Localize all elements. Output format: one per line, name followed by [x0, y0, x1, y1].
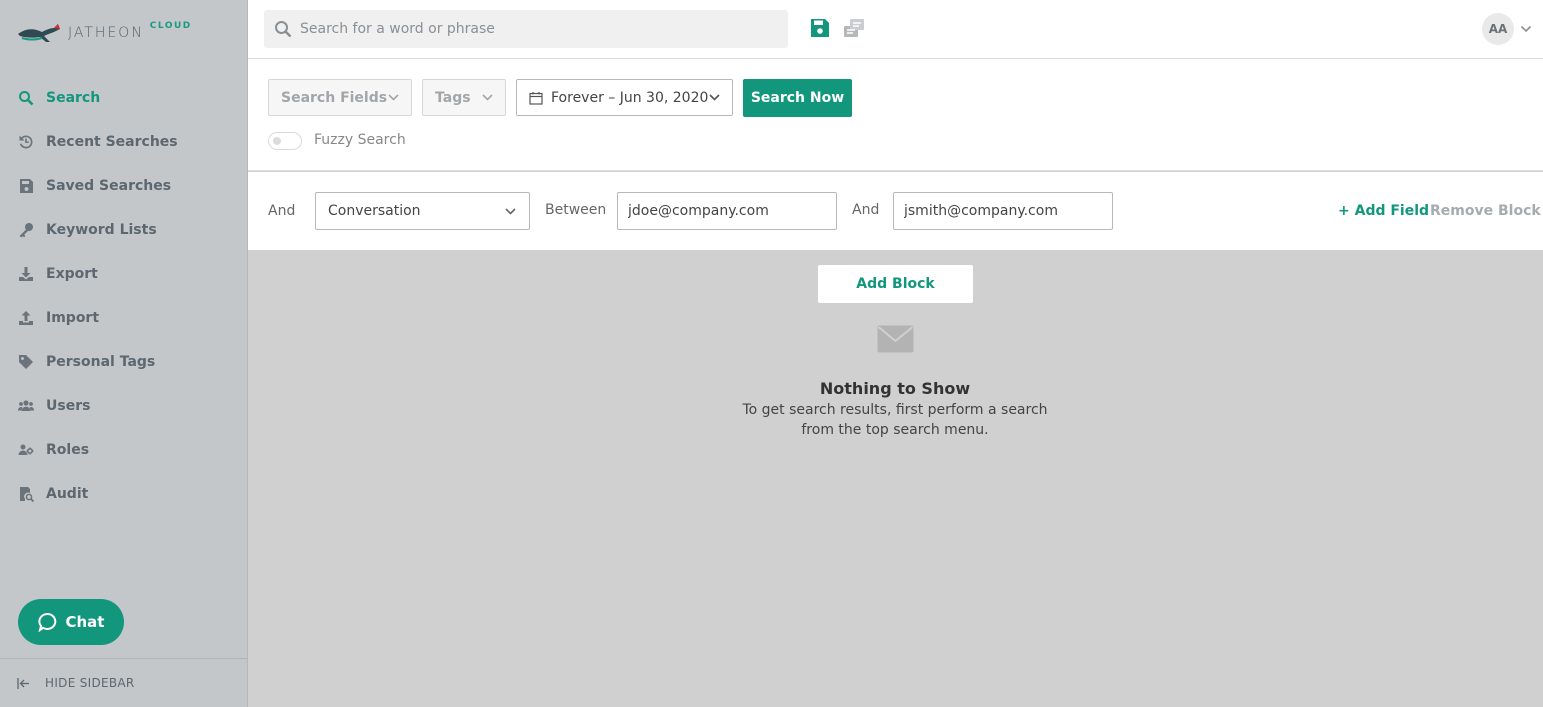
empty-state-text: To get search results, first perform a s… — [742, 402, 1048, 418]
first-participant-input[interactable] — [617, 192, 837, 230]
chevron-down-icon[interactable] — [1520, 24, 1532, 34]
search-now-button[interactable]: Search Now — [743, 79, 852, 117]
remove-block-button[interactable]: Remove Block — [1430, 203, 1541, 219]
sidebar-item-recent-searches[interactable]: Recent Searches — [0, 120, 248, 164]
calendar-icon — [529, 91, 543, 105]
top-bar: AA — [248, 0, 1543, 59]
sidebar-item-label: Roles — [46, 442, 90, 458]
chevron-down-icon — [388, 94, 399, 101]
chat-bubble-icon — [37, 613, 56, 632]
hide-sidebar-label: HIDE SIDEBAR — [45, 676, 135, 690]
search-input[interactable] — [300, 21, 760, 37]
tags-dropdown[interactable]: Tags — [422, 79, 506, 116]
sidebar-item-users[interactable]: Users — [0, 384, 248, 428]
save-icon — [17, 177, 35, 195]
empty-state-title: Nothing to Show — [819, 379, 971, 398]
sidebar-item-label: Personal Tags — [46, 354, 156, 370]
tag-icon — [17, 353, 35, 371]
tags-label: Tags — [435, 89, 471, 106]
chevron-down-icon — [709, 94, 720, 101]
audit-icon — [17, 485, 35, 503]
sidebar-item-personal-tags[interactable]: Personal Tags — [0, 340, 248, 384]
sidebar-item-roles[interactable]: Roles — [0, 428, 248, 472]
envelope-icon — [877, 325, 914, 353]
global-search — [264, 10, 788, 48]
sidebar: JATHEON CLOUD Search Recent Searches Sav… — [0, 0, 248, 707]
date-range-dropdown[interactable]: Forever – Jun 30, 2020 — [516, 79, 733, 116]
chat-label: Chat — [65, 613, 105, 631]
sidebar-item-label: Saved Searches — [46, 178, 172, 194]
sidebar-item-search[interactable]: Search — [0, 76, 248, 120]
block-and2-label: And — [852, 202, 880, 218]
search-fields-dropdown[interactable]: Search Fields — [268, 79, 412, 116]
block-between-label: Between — [545, 202, 607, 218]
chat-button[interactable]: Chat — [18, 599, 124, 645]
roles-icon — [17, 441, 35, 459]
chevron-down-icon — [505, 208, 516, 215]
search-block: And Conversation Between And + Add Field… — [248, 172, 1543, 250]
second-participant-input[interactable] — [893, 192, 1113, 230]
add-field-button[interactable]: + Add Field — [1338, 203, 1429, 219]
brand-suffix: CLOUD — [149, 21, 192, 31]
users-icon — [17, 397, 35, 415]
fuzzy-search-label: Fuzzy Search — [314, 132, 406, 148]
sidebar-item-label: Keyword Lists — [46, 222, 157, 238]
history-icon — [17, 133, 35, 151]
sidebar-item-label: Recent Searches — [46, 134, 178, 150]
sidebar-item-label: Export — [46, 266, 98, 282]
brand-name: JATHEON — [68, 25, 144, 41]
sidebar-item-audit[interactable]: Audit — [0, 472, 248, 516]
upload-icon — [17, 309, 35, 327]
sidebar-item-saved-searches[interactable]: Saved Searches — [0, 164, 248, 208]
block-field-value: Conversation — [328, 203, 421, 219]
sidebar-item-label: Audit — [46, 486, 89, 502]
sidebar-item-export[interactable]: Export — [0, 252, 248, 296]
hide-sidebar-button[interactable]: HIDE SIDEBAR — [0, 658, 247, 707]
jatheon-logo-icon — [18, 24, 60, 42]
key-icon — [17, 221, 35, 239]
logo[interactable]: JATHEON CLOUD — [16, 18, 192, 48]
avatar[interactable]: AA — [1482, 13, 1514, 45]
empty-state-text: from the top search menu. — [801, 422, 989, 438]
add-block-button[interactable]: Add Block — [818, 265, 973, 303]
fuzzy-search-toggle[interactable] — [268, 132, 302, 150]
search-fields-label: Search Fields — [281, 89, 388, 106]
collapse-left-icon — [17, 677, 29, 689]
download-icon — [17, 265, 35, 283]
sidebar-item-label: Search — [46, 90, 101, 106]
save-icon[interactable] — [809, 17, 831, 39]
block-field-select[interactable]: Conversation — [315, 192, 530, 230]
sidebar-item-label: Users — [46, 398, 91, 414]
chevron-down-icon — [482, 94, 493, 101]
block-and-label: And — [268, 203, 296, 219]
date-range-value: Forever – Jun 30, 2020 — [551, 89, 709, 106]
sidebar-nav: Search Recent Searches Saved Searches Ke… — [0, 76, 248, 516]
results-area: Add Block Nothing to Show To get search … — [248, 250, 1543, 707]
sync-icon[interactable] — [842, 17, 866, 39]
filter-bar: Search Fields Tags Forever – Jun 30, 202… — [248, 59, 1543, 171]
search-icon — [17, 89, 35, 107]
sidebar-item-label: Import — [46, 310, 100, 326]
sidebar-item-import[interactable]: Import — [0, 296, 248, 340]
search-icon — [275, 21, 292, 38]
sidebar-item-keyword-lists[interactable]: Keyword Lists — [0, 208, 248, 252]
